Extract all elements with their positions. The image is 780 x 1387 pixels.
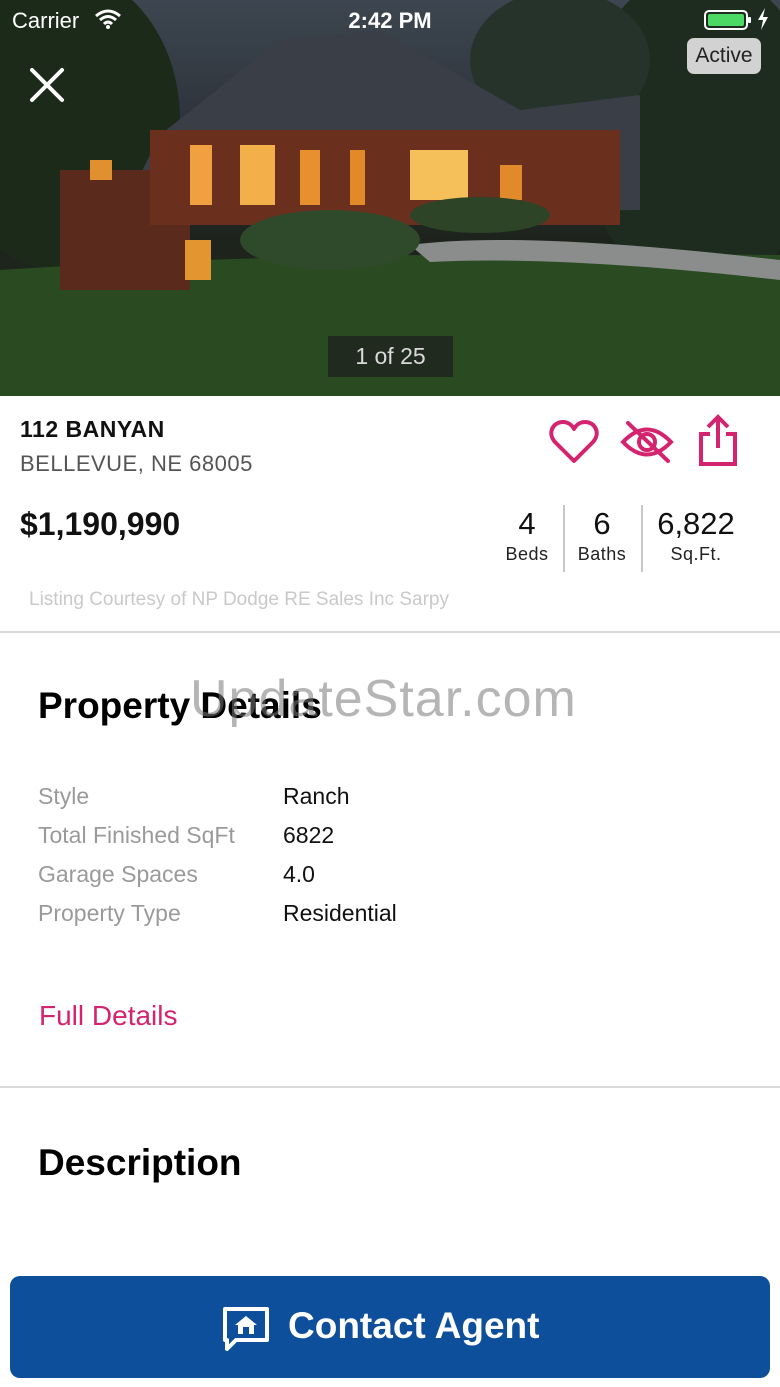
status-time: 2:42 PM [348,8,432,33]
detail-value: Residential [283,900,397,926]
contact-agent-label: Contact Agent [288,1305,540,1346]
status-bar: Carrier 2:42 PM [0,0,780,40]
sqft-label: Sq.Ft. [670,544,722,564]
listing-price: $1,190,990 [20,506,181,542]
beds-stat: 4 Beds [497,506,557,565]
beds-label: Beds [505,544,549,564]
detail-key: Property Type [38,900,181,926]
property-details-section: Property Details UpdateStar.com Style Ra… [0,633,780,1088]
beds-value: 4 [518,506,536,541]
detail-value: 4.0 [283,861,315,887]
share-icon[interactable] [696,414,740,468]
baths-label: Baths [577,544,627,564]
detail-row: Garage Spaces 4.0 [38,861,638,900]
message-home-icon [222,1306,270,1352]
listing-summary: 112 BANYAN BELLEVUE, NE 68005 $1,190,990… [0,396,780,633]
detail-key: Total Finished SqFt [38,822,235,848]
status-badge: Active [687,38,761,74]
detail-value: Ranch [283,783,350,809]
details-list: Style Ranch Total Finished SqFt 6822 Gar… [38,783,638,939]
detail-key: Garage Spaces [38,861,198,887]
description-title: Description [38,1142,242,1183]
detail-row: Property Type Residential [38,900,638,939]
hero-photo[interactable]: Carrier 2:42 PM Active 1 of 25 [0,0,780,396]
detail-row: Style Ranch [38,783,638,822]
listing-street: 112 BANYAN [20,416,165,442]
eye-off-icon[interactable] [620,419,674,465]
charging-bolt-icon [756,7,770,37]
listing-city: BELLEVUE, NE 68005 [20,451,253,476]
full-details-link[interactable]: Full Details [39,1000,177,1032]
stat-divider [563,505,565,572]
watermark: UpdateStar.com [190,670,577,728]
detail-row: Total Finished SqFt 6822 [38,822,638,861]
stat-divider [641,505,643,572]
heart-icon[interactable] [549,419,599,465]
baths-stat: 6 Baths [568,506,636,565]
contact-agent-button[interactable]: Contact Agent [10,1276,770,1378]
listing-courtesy: Listing Courtesy of NP Dodge RE Sales In… [29,589,449,610]
sqft-value: 6,822 [657,506,735,541]
photo-counter: 1 of 25 [328,336,453,377]
sqft-stat: 6,822 Sq.Ft. [648,506,744,565]
close-icon[interactable] [26,64,68,106]
detail-key: Style [38,783,90,809]
detail-value: 6822 [283,822,335,848]
baths-value: 6 [593,506,611,541]
battery-icon [704,8,752,38]
